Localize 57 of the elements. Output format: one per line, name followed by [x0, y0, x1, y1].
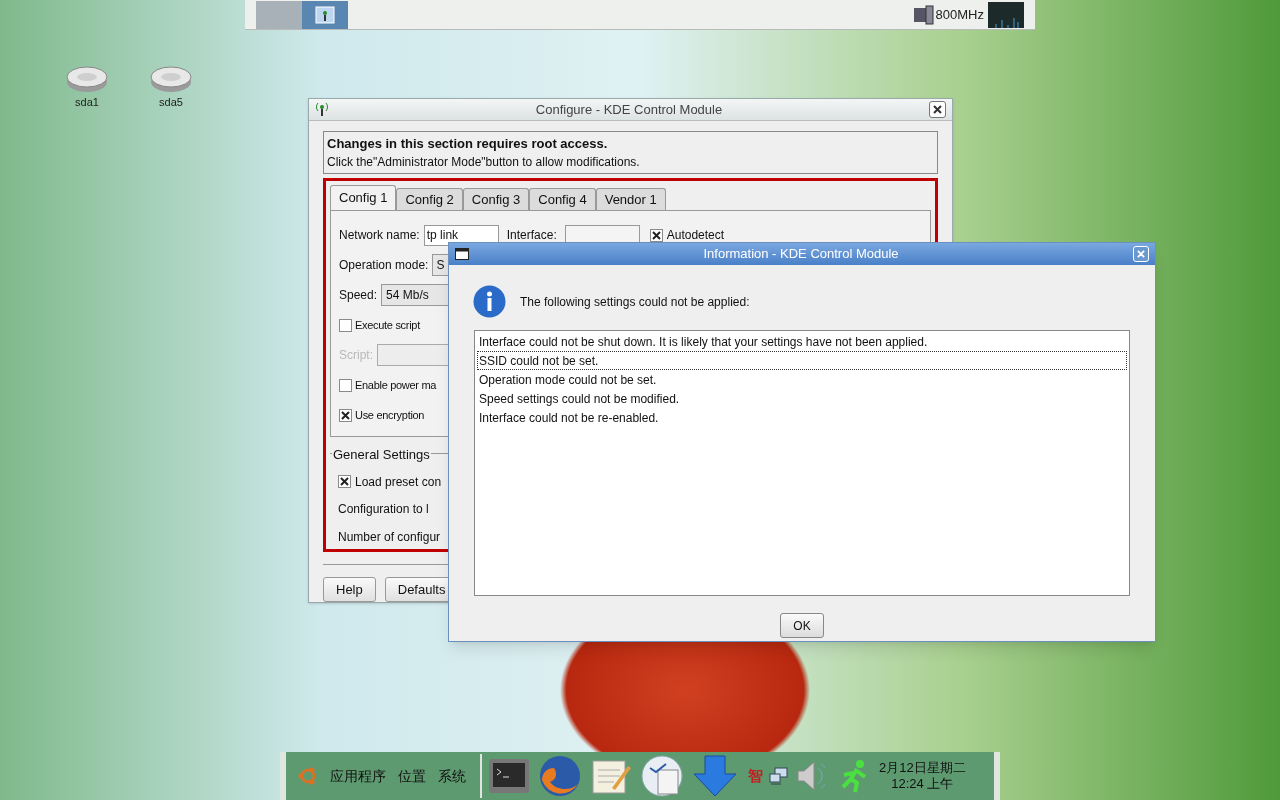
tab[interactable]: Config 1 — [330, 185, 397, 210]
desktop-icon-label[interactable]: sda5 — [159, 94, 183, 111]
workspace-switcher-item[interactable] — [302, 0, 348, 29]
cpu-icon — [912, 4, 935, 25]
info-icon — [473, 285, 506, 318]
list-item[interactable]: Interface could not be re-enabled. — [477, 408, 1127, 427]
checkbox-label: Load preset con — [355, 473, 442, 491]
panel-menu[interactable]: 位置 — [398, 765, 426, 787]
cpu-frequency: 800MHz — [935, 5, 984, 24]
field-label: Script: — [339, 347, 373, 364]
window-icon — [455, 248, 469, 260]
tab[interactable]: Config 4 — [529, 188, 596, 210]
checkbox-label: Enable power ma — [355, 377, 437, 393]
globe-icon[interactable] — [538, 754, 582, 798]
field-label: Number of configur — [338, 529, 442, 546]
checkbox-label: Execute script — [355, 317, 420, 333]
network-computer-icon[interactable] — [769, 767, 789, 785]
list-item[interactable]: SSID could not be set. — [477, 351, 1127, 370]
dialog-message: The following settings could not be applied: — [520, 293, 750, 311]
dialog-button[interactable]: Help — [323, 577, 376, 602]
notice-title: Changes in this section requires root access. — [327, 134, 609, 153]
list-item[interactable]: Speed settings could not be modified. — [477, 389, 1127, 408]
cpu-load-graph — [988, 1, 1024, 28]
checkbox[interactable] — [338, 475, 351, 488]
checkbox[interactable] — [339, 378, 352, 392]
panel-menu[interactable]: 应用程序 — [330, 765, 386, 787]
field-label: Network name: — [339, 227, 420, 244]
window-title: Configure - KDE Control Module — [534, 100, 724, 119]
workspace-switcher-item[interactable] — [256, 0, 302, 29]
clock-date[interactable]: 2月12日星期二 — [879, 760, 966, 776]
panel-menu[interactable]: 系统 — [438, 765, 466, 787]
checkbox[interactable] — [339, 408, 352, 422]
field-label: Operation mode: — [339, 257, 429, 274]
wireless-icon — [315, 5, 335, 24]
clock-time[interactable]: 12:24 上午 — [891, 776, 954, 792]
field-label: Speed: — [339, 287, 378, 304]
window-title: Information - KDE Control Module — [702, 245, 900, 264]
close-button[interactable] — [929, 100, 946, 118]
checkbox-label: Autodetect — [666, 227, 725, 244]
list-item[interactable]: Interface could not be shut down. It is likely that your settings have not been applied. — [477, 332, 1127, 351]
desktop-icon-label[interactable]: sda1 — [75, 94, 99, 111]
tab[interactable]: Config 3 — [462, 188, 530, 210]
ok-button[interactable]: OK — [780, 613, 824, 638]
terminal-icon[interactable] — [488, 757, 530, 795]
notice-text: Click the"Administrator Mode"button to allow modifications. — [327, 154, 641, 171]
field-label: Interface: — [506, 227, 557, 244]
tab[interactable]: Vendor 1 — [595, 188, 666, 210]
checkbox[interactable] — [339, 318, 352, 332]
wireless-icon — [315, 101, 329, 118]
download-arrow-icon[interactable] — [692, 754, 738, 798]
close-icon — [933, 104, 942, 114]
field-label: Configuration to l — [338, 501, 430, 518]
checkbox-label: Use encryption — [355, 407, 425, 423]
close-icon — [1137, 250, 1145, 258]
tab[interactable]: Config 2 — [396, 188, 463, 210]
checkbox[interactable] — [649, 228, 663, 242]
list-item[interactable]: Operation mode could not be set. — [477, 370, 1127, 389]
